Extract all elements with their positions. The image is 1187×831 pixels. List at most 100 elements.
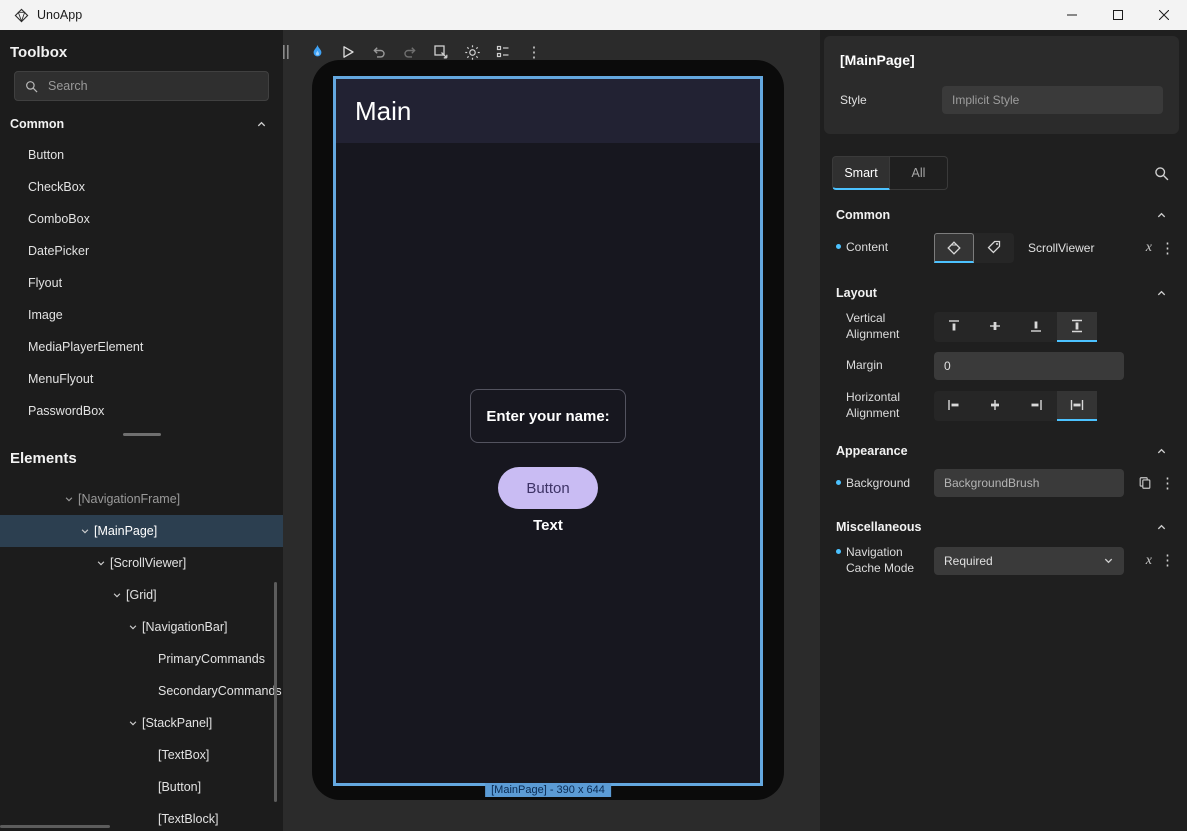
- toolbox-item-flyout[interactable]: Flyout: [0, 267, 283, 299]
- vertical-alignment-row: Vertical Alignment: [820, 306, 1187, 347]
- section-miscellaneous-label: Miscellaneous: [836, 520, 921, 534]
- properties-search-icon[interactable]: [1154, 166, 1169, 181]
- toolbox-item-mediaplayerelement[interactable]: MediaPlayerElement: [0, 331, 283, 363]
- toolbox-item-passwordbox[interactable]: PasswordBox: [0, 395, 283, 427]
- hot-reload-flame-icon[interactable]: [305, 40, 329, 64]
- tab-smart[interactable]: Smart: [832, 156, 890, 190]
- design-stack-panel[interactable]: Enter your name: Button Text: [336, 389, 760, 534]
- more-options-icon[interactable]: ⋮: [1160, 476, 1175, 491]
- toolbar-drag-handle[interactable]: [274, 40, 298, 64]
- background-label: Background: [836, 476, 934, 492]
- tree-item-navigationbar[interactable]: [NavigationBar]: [0, 611, 283, 643]
- minimize-icon: [1067, 10, 1077, 20]
- titlebar: UnoApp: [0, 0, 1187, 30]
- more-options-icon[interactable]: ⋮: [1160, 241, 1175, 256]
- binding-icon[interactable]: x: [1146, 554, 1152, 568]
- navigation-cache-mode-select[interactable]: Required: [934, 547, 1124, 575]
- section-layout-label: Layout: [836, 286, 877, 300]
- tab-all[interactable]: All: [890, 156, 948, 190]
- properties-panel: [MainPage] Style SmartAll Common Content: [820, 30, 1187, 831]
- close-button[interactable]: [1141, 0, 1187, 30]
- halign-stretch-button[interactable]: [1057, 391, 1097, 421]
- tree-item-button[interactable]: [Button]: [0, 771, 283, 803]
- element-editor-button[interactable]: [934, 233, 974, 263]
- horizontal-alignment-label: Horizontal Alignment: [836, 390, 934, 421]
- design-button[interactable]: Button: [498, 467, 598, 509]
- elements-panel: Elements [NavigationFrame][MainPage][Scr…: [0, 436, 283, 831]
- chevron-up-icon[interactable]: [1156, 446, 1167, 457]
- navigation-cache-mode-row: Navigation Cache Mode Required x ⋮: [820, 540, 1187, 581]
- design-surface[interactable]: Main Enter your name: Button Text: [333, 76, 763, 786]
- toolbox-section-label: Common: [10, 117, 64, 131]
- design-textbox[interactable]: Enter your name:: [470, 389, 626, 443]
- tree-item-secondarycommands[interactable]: SecondaryCommands: [0, 675, 283, 707]
- toolbox-search: [14, 71, 269, 101]
- tree-item-stackpanel[interactable]: [StackPanel]: [0, 707, 283, 739]
- valign-center-button[interactable]: [975, 312, 1015, 342]
- toolbox-item-button[interactable]: Button: [0, 139, 283, 171]
- resource-picker-icon[interactable]: [1138, 476, 1152, 490]
- toolbox-item-image[interactable]: Image: [0, 299, 283, 331]
- design-textblock-label: Text: [533, 517, 563, 534]
- section-miscellaneous: Miscellaneous: [820, 502, 1187, 540]
- valign-bottom-button[interactable]: [1016, 312, 1056, 342]
- tree-item-navigationframe[interactable]: [NavigationFrame]: [0, 483, 283, 515]
- valign-stretch-button[interactable]: [1057, 312, 1097, 342]
- navigation-cache-mode-value: Required: [944, 554, 993, 568]
- content-label: Content: [836, 240, 934, 256]
- design-button-label: Button: [526, 480, 569, 497]
- tree-item-label: [ScrollViewer]: [110, 556, 186, 570]
- elements-tree: [NavigationFrame][MainPage] [ScrollViewer…: [0, 477, 283, 831]
- chevron-down-icon[interactable]: [60, 494, 78, 504]
- halign-left-button[interactable]: [934, 391, 974, 421]
- tree-item-primarycommands[interactable]: PrimaryCommands: [0, 643, 283, 675]
- margin-label: Margin: [836, 358, 934, 374]
- margin-input[interactable]: [934, 352, 1124, 380]
- toolbox-item-menuflyout[interactable]: MenuFlyout: [0, 363, 283, 395]
- section-appearance-label: Appearance: [836, 444, 908, 458]
- toolbox-item-checkbox[interactable]: CheckBox: [0, 171, 283, 203]
- page-title: Main: [355, 96, 411, 127]
- chevron-up-icon[interactable]: [1156, 288, 1167, 299]
- tree-item-grid[interactable]: [Grid]: [0, 579, 283, 611]
- selection-title: [MainPage]: [840, 52, 1163, 68]
- vertical-alignment-group: [934, 312, 1097, 342]
- toolbox-common-header: Common: [0, 101, 283, 139]
- tree-item-scrollviewer[interactable]: [ScrollViewer]: [0, 547, 283, 579]
- content-value: ScrollViewer: [1028, 241, 1094, 255]
- chevron-up-icon[interactable]: [1156, 522, 1167, 533]
- chevron-down-icon[interactable]: [108, 590, 126, 600]
- horizontal-scrollbar[interactable]: [0, 825, 110, 828]
- style-input[interactable]: [942, 86, 1163, 114]
- design-navigation-bar[interactable]: Main: [336, 79, 760, 143]
- binding-icon[interactable]: x: [1146, 241, 1152, 255]
- chevron-up-icon[interactable]: [256, 119, 267, 130]
- navigation-cache-mode-label: Navigation Cache Mode: [836, 545, 934, 576]
- tag-icon: [986, 239, 1002, 255]
- halign-center-button[interactable]: [975, 391, 1015, 421]
- chevron-down-icon[interactable]: [92, 558, 110, 568]
- background-input[interactable]: [934, 469, 1124, 497]
- toolbox-item-combobox[interactable]: ComboBox: [0, 203, 283, 235]
- horizontal-alignment-group: [934, 391, 1097, 421]
- chevron-up-icon[interactable]: [1156, 210, 1167, 221]
- halign-right-button[interactable]: [1016, 391, 1056, 421]
- chevron-down-icon[interactable]: [124, 718, 142, 728]
- more-options-icon[interactable]: ⋮: [1160, 553, 1175, 568]
- close-icon: [1159, 10, 1169, 20]
- maximize-button[interactable]: [1095, 0, 1141, 30]
- chevron-down-icon[interactable]: [76, 526, 94, 536]
- minimize-button[interactable]: [1049, 0, 1095, 30]
- search-input[interactable]: [46, 78, 258, 94]
- toolbox-item-datepicker[interactable]: DatePicker: [0, 235, 283, 267]
- content-editor-toggle: [934, 233, 1014, 263]
- chevron-down-icon[interactable]: [124, 622, 142, 632]
- tree-item-mainpage[interactable]: [MainPage]: [0, 515, 283, 547]
- design-textblock[interactable]: Text: [533, 517, 563, 534]
- modified-indicator: [836, 244, 841, 249]
- tree-item-textbox[interactable]: [TextBox]: [0, 739, 283, 771]
- tag-editor-button[interactable]: [974, 233, 1014, 263]
- tree-item-label: [TextBlock]: [158, 812, 218, 826]
- valign-top-button[interactable]: [934, 312, 974, 342]
- vertical-scrollbar[interactable]: [274, 582, 277, 802]
